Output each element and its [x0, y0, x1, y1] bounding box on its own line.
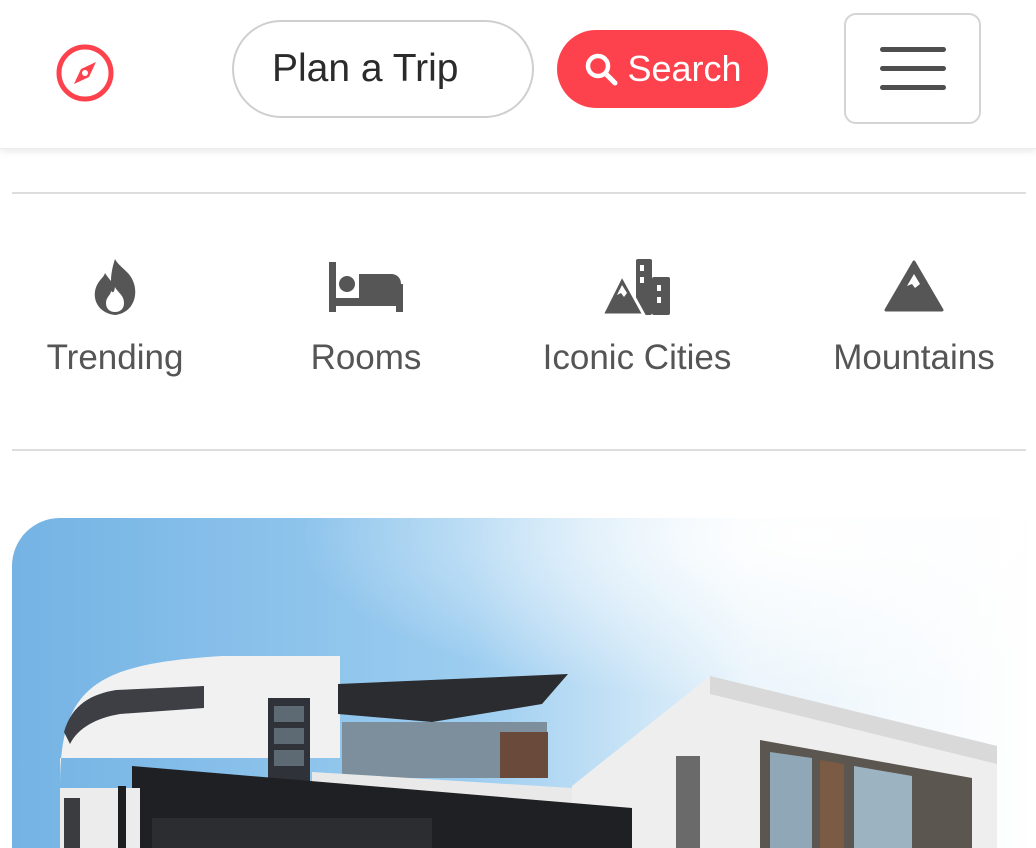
- logo-link[interactable]: [54, 42, 116, 104]
- search-icon: [586, 53, 618, 86]
- filter-label: Iconic Cities: [542, 338, 732, 377]
- hamburger-line: [879, 66, 946, 71]
- listing-card[interactable]: [12, 518, 1036, 848]
- navbar: Search: [0, 0, 1036, 149]
- modern-house-photo: [12, 518, 1036, 848]
- search-button-label: Search: [627, 48, 742, 89]
- bed-icon: [329, 262, 403, 312]
- mountain-icon: [884, 260, 944, 312]
- city-icon: [600, 259, 670, 317]
- divider-bottom: [12, 449, 1026, 451]
- divider-top: [12, 192, 1026, 194]
- hamburger-line: [879, 85, 946, 90]
- plan-trip-input[interactable]: [232, 20, 534, 118]
- search-button[interactable]: Search: [557, 30, 768, 108]
- filter-rooms[interactable]: Rooms: [304, 252, 428, 392]
- filter-mountains[interactable]: Mountains: [826, 252, 1002, 392]
- filter-label: Trending: [46, 338, 184, 377]
- page: Search Trending Rooms: [0, 0, 1036, 848]
- filter-trending[interactable]: Trending: [42, 252, 188, 392]
- hamburger-menu-icon: [879, 47, 946, 52]
- compass-icon: [56, 44, 114, 102]
- filter-label: Mountains: [833, 338, 995, 377]
- menu-toggle-button[interactable]: [844, 13, 981, 124]
- fire-icon: [94, 259, 136, 315]
- filter-iconic-cities[interactable]: Iconic Cities: [532, 252, 742, 392]
- filter-label: Rooms: [310, 338, 422, 377]
